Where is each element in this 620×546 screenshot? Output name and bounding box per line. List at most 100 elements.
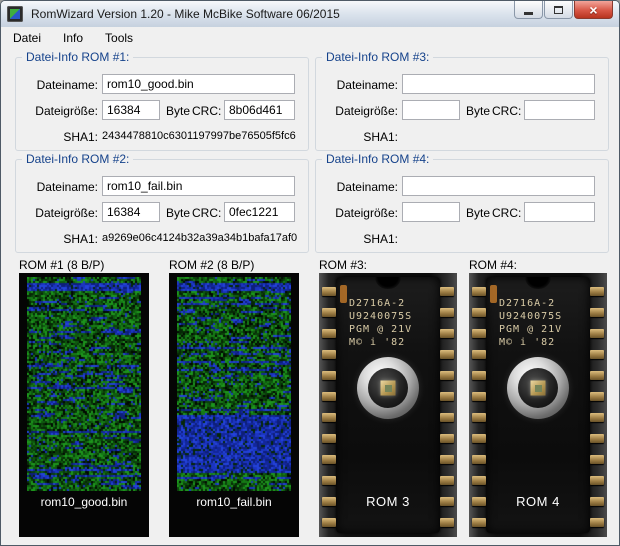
chip-pin	[322, 329, 336, 338]
rom2-panel-header: ROM #2 (8 B/P)	[169, 258, 254, 272]
titlebar[interactable]: RomWizard Version 1.20 - Mike McBike Sof…	[1, 1, 619, 28]
group-title: Datei-Info ROM #3:	[322, 50, 433, 64]
dateigroesse-label: Dateigröße:	[318, 206, 398, 220]
byte-label: Byte	[166, 206, 190, 220]
sha1-value: 2434478810c6301197997be76505f5fc6	[102, 130, 296, 142]
chip-die-core	[535, 385, 542, 392]
crc-input[interactable]	[224, 100, 295, 120]
dateiname-input[interactable]	[402, 74, 595, 94]
chip-pin	[590, 518, 604, 527]
dateigroesse-input[interactable]	[402, 100, 460, 120]
menu-item-info[interactable]: Info	[53, 28, 93, 48]
chip-pin	[440, 518, 454, 527]
chip-pin	[440, 308, 454, 317]
chip-text-line: U9240075S	[499, 310, 562, 323]
chip-pin	[590, 371, 604, 380]
dateigroesse-label: Dateigröße:	[318, 104, 398, 118]
chip-pin	[440, 434, 454, 443]
chip-pin	[472, 413, 486, 422]
dateiname-label: Dateiname:	[18, 180, 98, 194]
chip-pin	[440, 371, 454, 380]
chip-pin	[590, 497, 604, 506]
chip-pin	[590, 308, 604, 317]
chip-text-line: PGM @ 21V	[499, 323, 562, 336]
dateiname-input[interactable]	[102, 176, 295, 196]
crc-label: CRC:	[492, 206, 520, 220]
chip-pin	[590, 287, 604, 296]
chip-pin	[590, 350, 604, 359]
crc-input[interactable]	[524, 202, 595, 222]
sha1-label: SHA1:	[18, 130, 98, 144]
rom1-panel-header: ROM #1 (8 B/P)	[19, 258, 104, 272]
chip-pin	[472, 434, 486, 443]
maximize-button[interactable]	[544, 1, 573, 19]
dateigroesse-label: Dateigröße:	[18, 104, 98, 118]
chip-pin	[322, 392, 336, 401]
rom1-bitmap-panel: rom10_good.bin	[19, 273, 149, 537]
rom2-data-bitmap	[177, 277, 291, 491]
chip-text-line: PGM @ 21V	[349, 323, 412, 336]
chip-pin	[440, 392, 454, 401]
app-icon	[7, 6, 23, 22]
menu-item-datei[interactable]: Datei	[3, 28, 51, 48]
chip-pin	[590, 392, 604, 401]
crc-label: CRC:	[192, 104, 220, 118]
group-rom3-info: Datei-Info ROM #3: Dateiname: Dateigröße…	[315, 57, 609, 151]
chip-pin	[472, 476, 486, 485]
chip-pin	[590, 455, 604, 464]
group-rom2-info: Datei-Info ROM #2: Dateiname: Dateigröße…	[15, 159, 309, 253]
chip-pin	[322, 350, 336, 359]
byte-label: Byte	[466, 104, 490, 118]
window-controls: ×	[513, 1, 613, 19]
sha1-label: SHA1:	[18, 232, 98, 246]
crc-input[interactable]	[224, 202, 295, 222]
minimize-button[interactable]	[514, 1, 543, 19]
dateiname-input[interactable]	[102, 74, 295, 94]
menu-item-tools[interactable]: Tools	[95, 28, 143, 48]
chip-pin	[322, 287, 336, 296]
close-icon: ×	[589, 2, 597, 18]
crc-input[interactable]	[524, 100, 595, 120]
chip-pin	[322, 371, 336, 380]
eprom-quartz-window	[507, 357, 569, 419]
dateigroesse-input[interactable]	[402, 202, 460, 222]
rom1-data-bitmap	[27, 277, 141, 491]
chip-pin	[472, 287, 486, 296]
group-rom4-info: Datei-Info ROM #4: Dateiname: Dateigröße…	[315, 159, 609, 253]
close-button[interactable]: ×	[574, 1, 613, 19]
chip-pin	[472, 350, 486, 359]
chip-pin	[322, 308, 336, 317]
chip-notch-icon	[375, 277, 401, 289]
dateiname-input[interactable]	[402, 176, 595, 196]
chip-text-line: D2716A-2	[499, 297, 562, 310]
dateiname-label: Dateiname:	[18, 78, 98, 92]
sha1-value: a9269e06c4124b32a39a34b1bafa17af0	[102, 232, 297, 244]
dateigroesse-input[interactable]	[102, 202, 160, 222]
chip-pin	[472, 455, 486, 464]
group-title: Datei-Info ROM #1:	[22, 50, 133, 64]
chip-markings: D2716A-2 U9240075S PGM @ 21V M© i '82	[499, 297, 562, 349]
rom1-caption: rom10_good.bin	[19, 495, 149, 509]
chip-pin	[322, 413, 336, 422]
chip-pin	[440, 476, 454, 485]
chip-text-line: U9240075S	[349, 310, 412, 323]
chip-pin	[440, 497, 454, 506]
byte-label: Byte	[466, 206, 490, 220]
group-title: Datei-Info ROM #2:	[22, 152, 133, 166]
chip-markings: D2716A-2 U9240075S PGM @ 21V M© i '82	[349, 297, 412, 349]
dateiname-label: Dateiname:	[318, 180, 398, 194]
chip-pin	[472, 392, 486, 401]
rom3-chip-panel: D2716A-2 U9240075S PGM @ 21V M© i '82 RO…	[319, 273, 457, 537]
chip-pin	[440, 329, 454, 338]
sha1-label: SHA1:	[318, 232, 398, 246]
chip-pin	[322, 497, 336, 506]
crc-label: CRC:	[192, 206, 220, 220]
dateigroesse-input[interactable]	[102, 100, 160, 120]
chip-die	[531, 381, 546, 396]
chip-pin	[590, 476, 604, 485]
chip-die-core	[385, 385, 392, 392]
chip-pin	[590, 413, 604, 422]
chip-pin	[472, 371, 486, 380]
dateigroesse-label: Dateigröße:	[18, 206, 98, 220]
group-title: Datei-Info ROM #4:	[322, 152, 433, 166]
